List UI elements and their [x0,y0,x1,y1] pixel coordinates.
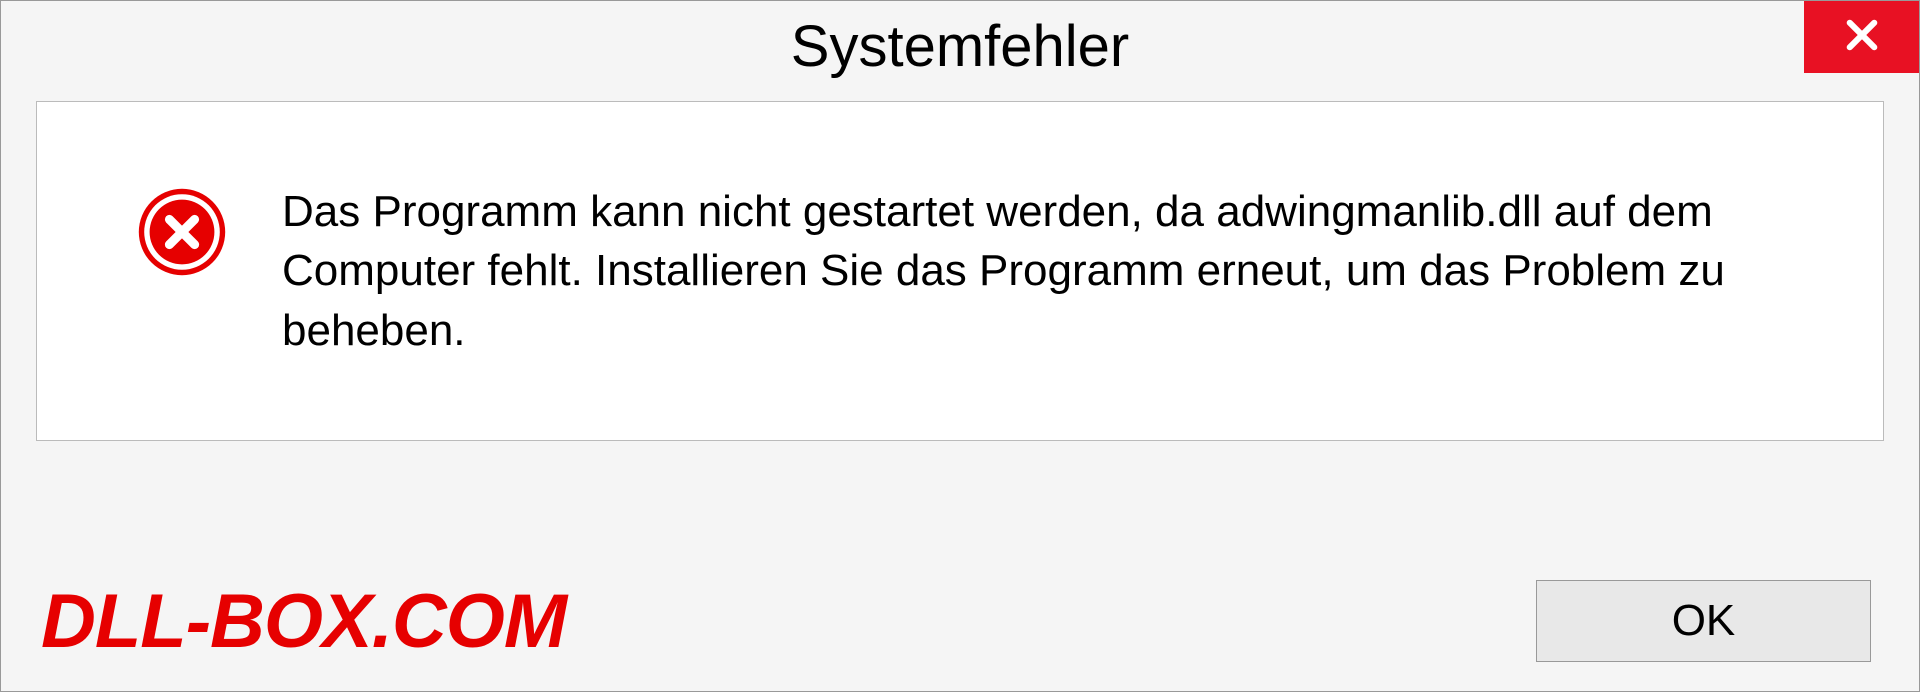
error-message: Das Programm kann nicht gestartet werden… [282,182,1833,360]
dialog-title: Systemfehler [791,13,1129,80]
close-button[interactable] [1804,1,1919,73]
ok-button[interactable]: OK [1536,580,1871,662]
title-bar: Systemfehler [1,1,1919,91]
content-area: Das Programm kann nicht gestartet werden… [36,101,1884,441]
error-icon [137,187,227,282]
close-icon [1841,14,1883,61]
footer: DLL-BOX.COM OK [1,551,1919,691]
watermark-text: DLL-BOX.COM [41,578,566,665]
error-dialog: Systemfehler Das Programm kann nicht ges… [0,0,1920,692]
